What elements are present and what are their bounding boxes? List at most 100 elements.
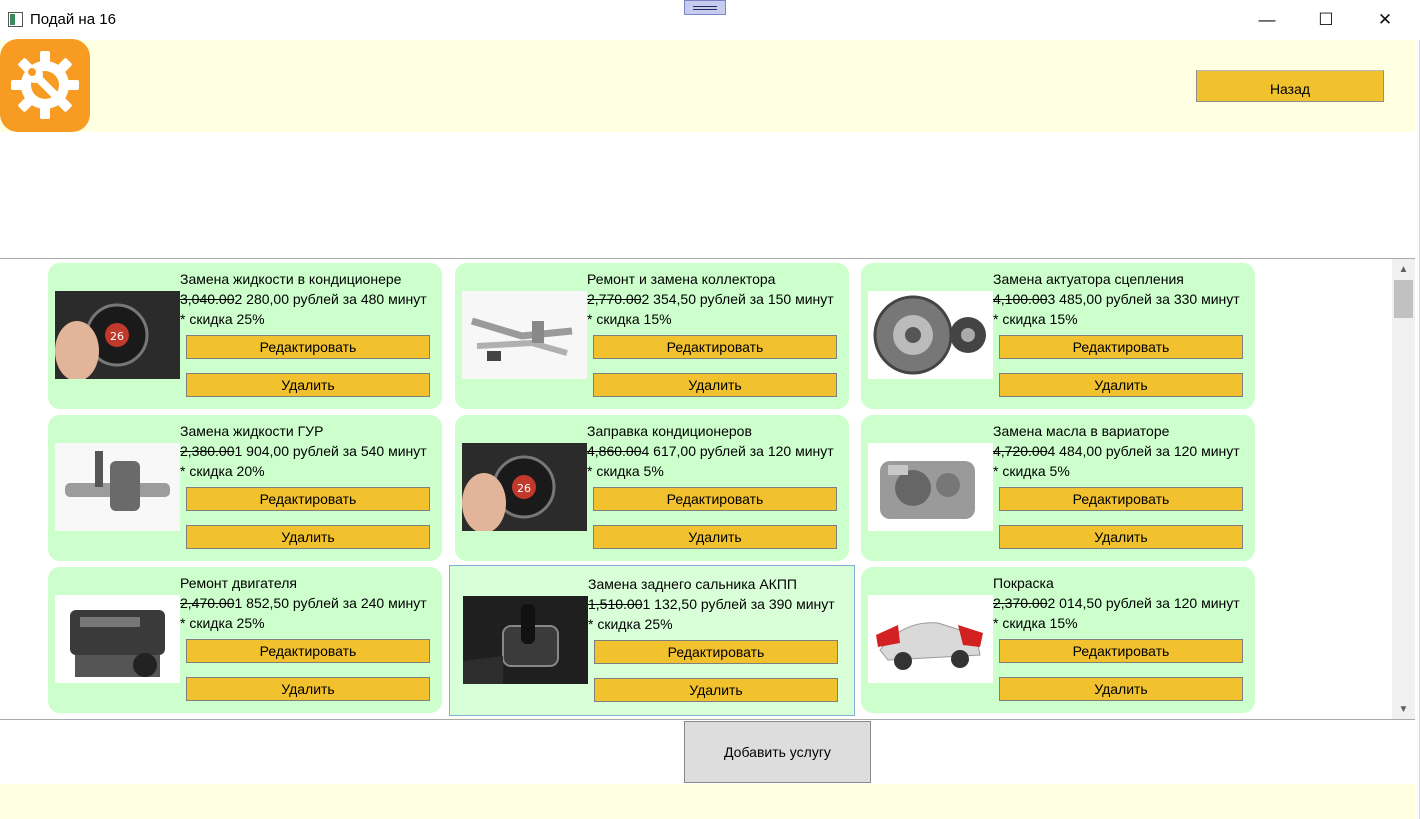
window-title: Подай на 16 [30,11,116,28]
service-card[interactable]: Замена актуатора сцепления 4,100.003 485,… [861,263,1255,409]
edit-button[interactable]: Редактировать [186,639,430,663]
title-bar[interactable]: Подай на 16 — ☐ ✕ [0,0,1420,40]
service-price: 2,470.001 852,50 рублей за 240 минут [180,595,427,611]
ac-panel-image: 26 [462,443,587,531]
service-price: 1,510.001 132,50 рублей за 390 минут [588,596,835,612]
service-price: 4,720.004 484,00 рублей за 120 минут [993,443,1240,459]
divider [0,719,1415,720]
old-price: 2,770.00 [587,291,642,307]
edit-button[interactable]: Редактировать [186,335,430,359]
exhaust-pipes-image [462,291,587,379]
new-price: 2 014,50 рублей за 120 минут [1047,595,1240,611]
add-service-button[interactable]: Добавить услугу [684,721,871,783]
transmission-image [868,443,993,531]
new-price: 4 484,00 рублей за 120 минут [1047,443,1240,459]
edit-button[interactable]: Редактировать [186,487,430,511]
discount-label: * скидка 15% [993,311,1078,327]
services-list[interactable]: 26 Замена жидкости в кондиционере 3,040.00… [0,259,1392,719]
service-card[interactable]: 26 Замена жидкости в кондиционере 3,040.00… [48,263,442,409]
old-price: 2,470.00 [180,595,235,611]
service-title: Замена жидкости в кондиционере [180,271,402,287]
old-price: 4,720.00 [993,443,1048,459]
old-price: 1,510.00 [588,596,643,612]
close-button[interactable]: ✕ [1356,0,1414,40]
old-price: 2,380.00 [180,443,235,459]
maximize-button[interactable]: ☐ [1297,0,1355,40]
delete-button[interactable]: Удалить [186,373,430,397]
new-price: 1 132,50 рублей за 390 минут [642,596,835,612]
edit-button[interactable]: Редактировать [999,335,1243,359]
edit-button[interactable]: Редактировать [593,335,837,359]
delete-button[interactable]: Удалить [186,677,430,701]
delete-button[interactable]: Удалить [186,525,430,549]
drag-handle-icon[interactable] [684,0,726,15]
delete-button[interactable]: Удалить [999,373,1243,397]
scroll-down-icon[interactable]: ▼ [1392,700,1415,718]
service-title: Замена масла в вариаторе [993,423,1170,439]
service-price: 3,040.002 280,00 рублей за 480 минут [180,291,427,307]
new-price: 1 904,00 рублей за 540 минут [234,443,427,459]
scrollbar-thumb[interactable] [1394,280,1413,318]
discount-label: * скидка 15% [993,615,1078,631]
edit-button[interactable]: Редактировать [593,487,837,511]
service-card[interactable]: Покраска 2,370.002 014,50 рублей за 120 м… [861,567,1255,713]
service-price: 4,100.003 485,00 рублей за 330 минут [993,291,1240,307]
discount-label: * скидка 5% [993,463,1070,479]
old-price: 2,370.00 [993,595,1048,611]
delete-button[interactable]: Удалить [999,677,1243,701]
engine-image [55,595,180,683]
service-title: Заправка кондиционеров [587,423,752,439]
service-card[interactable]: Замена жидкости ГУР 2,380.001 904,00 рубл… [48,415,442,561]
car-body-image [868,595,993,683]
new-price: 4 617,00 рублей за 120 минут [641,443,834,459]
service-card[interactable]: Ремонт и замена коллектора 2,770.002 354,… [455,263,849,409]
footer-band [0,784,1415,819]
minimize-button[interactable]: — [1238,0,1296,40]
old-price: 4,100.00 [993,291,1048,307]
delete-button[interactable]: Удалить [593,525,837,549]
delete-button[interactable]: Удалить [999,525,1243,549]
scroll-up-icon[interactable]: ▲ [1392,260,1415,278]
edit-button[interactable]: Редактировать [999,639,1243,663]
service-card[interactable]: Замена заднего сальника АКПП 1,510.001 13… [449,565,855,716]
discount-label: * скидка 25% [180,615,265,631]
old-price: 3,040.00 [180,291,235,307]
service-price: 2,770.002 354,50 рублей за 150 минут [587,291,834,307]
old-price: 4,860.00 [587,443,642,459]
vertical-scrollbar[interactable]: ▲ ▼ [1392,259,1415,719]
steering-gear-image [55,443,180,531]
new-price: 2 354,50 рублей за 150 минут [641,291,834,307]
app-window-icon [8,12,23,27]
delete-button[interactable]: Удалить [593,373,837,397]
svg-text:26: 26 [517,482,531,495]
back-button[interactable]: Назад [1196,70,1384,102]
service-title: Ремонт и замена коллектора [587,271,776,287]
service-title: Замена актуатора сцепления [993,271,1184,287]
new-price: 1 852,50 рублей за 240 минут [234,595,427,611]
service-price: 2,380.001 904,00 рублей за 540 минут [180,443,427,459]
clutch-kit-image [868,291,993,379]
discount-label: * скидка 20% [180,463,265,479]
service-title: Замена жидкости ГУР [180,423,324,439]
service-title: Замена заднего сальника АКПП [588,576,797,592]
service-title: Покраска [993,575,1054,591]
svg-text:26: 26 [110,330,124,343]
service-card[interactable]: Ремонт двигателя 2,470.001 852,50 рублей … [48,567,442,713]
wrench-gear-icon [0,39,90,132]
discount-label: * скидка 25% [180,311,265,327]
delete-button[interactable]: Удалить [594,678,838,702]
service-card[interactable]: 26 Заправка кондиционеров 4,860.004 617,00… [455,415,849,561]
discount-label: * скидка 5% [587,463,664,479]
service-price: 2,370.002 014,50 рублей за 120 минут [993,595,1240,611]
discount-label: * скидка 25% [588,616,673,632]
edit-button[interactable]: Редактировать [999,487,1243,511]
ac-panel-image: 26 [55,291,180,379]
service-price: 4,860.004 617,00 рублей за 120 минут [587,443,834,459]
service-title: Ремонт двигателя [180,575,297,591]
gear-shifter-image [463,596,588,684]
edit-button[interactable]: Редактировать [594,640,838,664]
service-card[interactable]: Замена масла в вариаторе 4,720.004 484,00… [861,415,1255,561]
new-price: 2 280,00 рублей за 480 минут [234,291,427,307]
new-price: 3 485,00 рублей за 330 минут [1047,291,1240,307]
discount-label: * скидка 15% [587,311,672,327]
